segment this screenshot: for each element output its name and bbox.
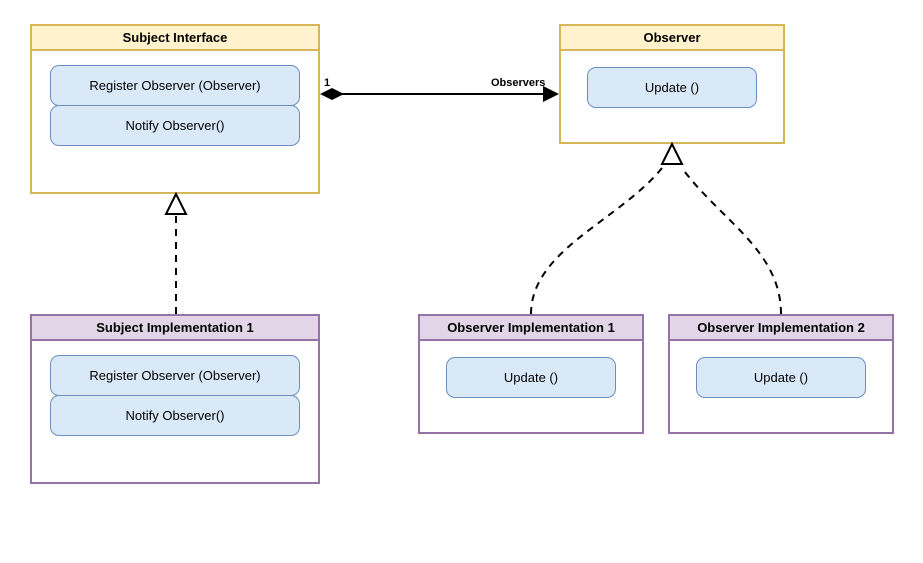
observer-realization-arrow-icon <box>662 144 682 164</box>
observer-body: Update () <box>561 51 783 124</box>
subject-interface-method-register: Register Observer (Observer) <box>50 65 300 106</box>
observer-impl1-title: Observer Implementation 1 <box>420 316 642 341</box>
subject-impl1-title: Subject Implementation 1 <box>32 316 318 341</box>
observer-method-update: Update () <box>587 67 757 108</box>
observer-impl1-body: Update () <box>420 341 642 414</box>
assoc-right-label: Observers <box>491 77 545 89</box>
subject-interface-method-notify: Notify Observer() <box>50 105 300 146</box>
subject-impl1-method-notify: Notify Observer() <box>50 395 300 436</box>
observer-impl1-method-update: Update () <box>446 357 616 398</box>
observer-impl2-box: Observer Implementation 2 Update () <box>668 314 894 434</box>
observer-impl2-body: Update () <box>670 341 892 414</box>
subject-interface-title: Subject Interface <box>32 26 318 51</box>
subject-interface-box: Subject Interface Register Observer (Obs… <box>30 24 320 194</box>
subject-impl1-method-register: Register Observer (Observer) <box>50 355 300 396</box>
observer-title: Observer <box>561 26 783 51</box>
subject-impl1-body: Register Observer (Observer) Notify Obse… <box>32 341 318 450</box>
observer-impl2-realization-line <box>682 168 781 314</box>
subject-interface-body: Register Observer (Observer) Notify Obse… <box>32 51 318 160</box>
subject-impl1-box: Subject Implementation 1 Register Observ… <box>30 314 320 484</box>
diamond-icon <box>320 88 344 100</box>
assoc-left-multiplicity: 1 <box>324 77 330 89</box>
observer-impl1-realization-line <box>531 168 662 314</box>
subject-realization-arrow-icon <box>166 194 186 214</box>
observer-impl1-box: Observer Implementation 1 Update () <box>418 314 644 434</box>
observer-impl2-method-update: Update () <box>696 357 866 398</box>
observer-box: Observer Update () <box>559 24 785 144</box>
observer-impl2-title: Observer Implementation 2 <box>670 316 892 341</box>
